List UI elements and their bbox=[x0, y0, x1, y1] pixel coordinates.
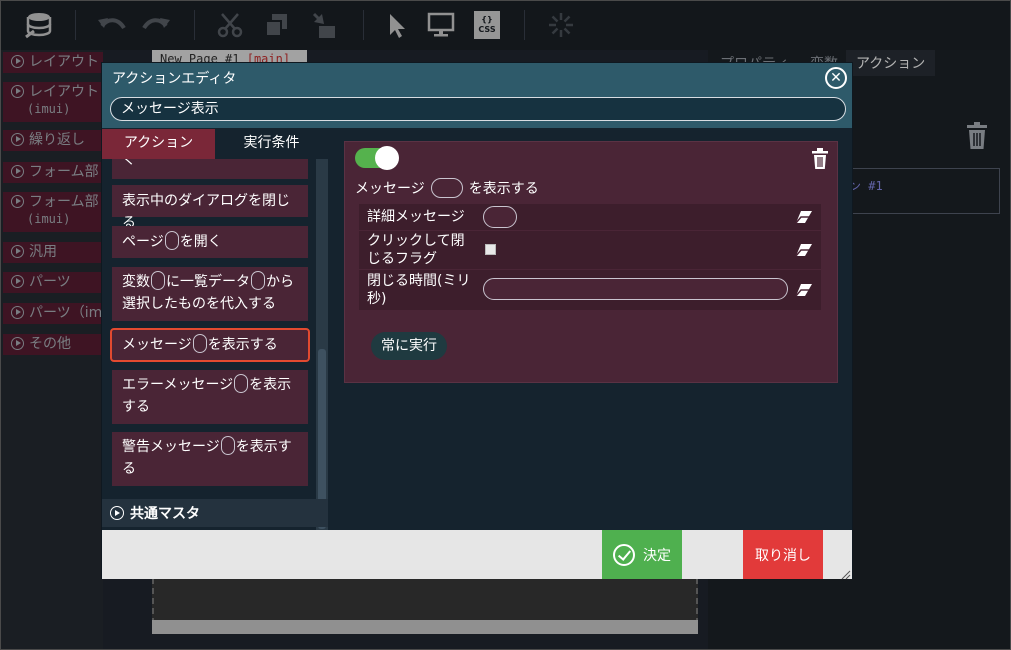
eraser-icon[interactable] bbox=[795, 210, 813, 224]
param-label: 閉じる時間(ミリ秒) bbox=[367, 273, 471, 307]
list-item-label: に一覧データ bbox=[166, 274, 250, 290]
message-summary: メッセージ を表示する bbox=[355, 178, 539, 198]
list-item-label: メッセージ bbox=[122, 337, 192, 353]
placeholder-slot bbox=[251, 271, 265, 290]
placeholder-slot bbox=[220, 436, 235, 455]
eraser-icon[interactable] bbox=[795, 283, 813, 297]
resize-handle-icon[interactable] bbox=[841, 568, 851, 580]
tab-condition[interactable]: 実行条件 bbox=[215, 129, 328, 159]
list-item-label: 警告メッセージ bbox=[122, 439, 220, 455]
list-item-close-dialog[interactable]: 表示中のダイアログを閉じる bbox=[112, 185, 308, 231]
list-item-open-page[interactable]: ページ を開く bbox=[112, 226, 308, 258]
close-flag-checkbox[interactable] bbox=[485, 244, 496, 255]
ok-button-label: 決定 bbox=[643, 547, 671, 564]
action-editor-modal: アクションエディタ ✕ メッセージ表示 アクション 実行条件 く 表示中のダイア… bbox=[101, 62, 853, 580]
list-item-label: エラーメッセージ bbox=[122, 377, 234, 393]
list-item-label: 変数 bbox=[122, 274, 150, 290]
list-item-label: ページ bbox=[122, 234, 164, 250]
list-item-label: を開く bbox=[179, 234, 222, 250]
category-common-master[interactable]: 共通マスタ bbox=[102, 499, 328, 527]
expand-icon bbox=[110, 506, 124, 520]
title-band: メッセージ表示 bbox=[102, 92, 852, 128]
message-slot[interactable] bbox=[430, 178, 463, 198]
ok-button[interactable]: 決定 bbox=[602, 530, 682, 579]
placeholder-slot bbox=[151, 271, 165, 290]
tab-action[interactable]: アクション bbox=[102, 129, 215, 159]
list-item-label: く bbox=[122, 159, 136, 168]
eraser-icon[interactable] bbox=[795, 243, 813, 257]
action-list-scrollbar[interactable] bbox=[316, 159, 328, 531]
action-detail-card: メッセージ を表示する 詳細メッセージ クリックして閉じるフラグ 閉じる時間(ミリ… bbox=[344, 141, 838, 383]
always-execute-button[interactable]: 常に実行 bbox=[371, 332, 447, 360]
placeholder-slot bbox=[234, 374, 249, 393]
check-circle-icon bbox=[613, 543, 635, 566]
message-suffix: を表示する bbox=[468, 181, 539, 197]
list-item-show-warning[interactable]: 警告メッセージ を表示する bbox=[112, 432, 308, 486]
param-label: 詳細メッセージ bbox=[367, 209, 465, 225]
message-prefix: メッセージ bbox=[355, 181, 425, 197]
list-item-assign-variable[interactable]: 変数 に一覧データ から選択したものを代入する bbox=[112, 267, 308, 321]
detail-message-input[interactable] bbox=[483, 206, 517, 228]
category-label: 共通マスタ bbox=[130, 506, 200, 522]
cancel-button-label: 取り消し bbox=[755, 547, 811, 564]
placeholder-slot bbox=[164, 231, 179, 250]
trash-icon[interactable] bbox=[811, 148, 829, 170]
list-item-show-error[interactable]: エラーメッセージ を表示する bbox=[112, 370, 308, 424]
action-list: く 表示中のダイアログを閉じる ページ を開く 変数 に一覧データ から選択したものを… bbox=[102, 159, 316, 531]
modal-header: アクションエディタ ✕ bbox=[102, 63, 852, 92]
param-row-close-time: 閉じる時間(ミリ秒) bbox=[359, 270, 821, 310]
modal-tabs: アクション 実行条件 bbox=[102, 129, 328, 159]
cancel-button[interactable]: 取り消し bbox=[743, 530, 823, 579]
list-item-show-message[interactable]: メッセージ を表示する bbox=[110, 328, 310, 362]
modal-title: アクションエディタ bbox=[112, 71, 237, 87]
list-item[interactable]: く bbox=[112, 159, 308, 179]
placeholder-slot bbox=[192, 334, 207, 353]
close-time-input[interactable] bbox=[483, 278, 788, 300]
action-name-input[interactable]: メッセージ表示 bbox=[110, 97, 846, 121]
modal-footer: 決定 取り消し bbox=[102, 530, 852, 580]
list-item-label: を表示する bbox=[207, 337, 278, 353]
param-label: クリックして閉じるフラグ bbox=[367, 233, 465, 267]
param-row-close-flag: クリックして閉じるフラグ bbox=[359, 231, 821, 269]
param-row-detail-message: 詳細メッセージ bbox=[359, 204, 821, 230]
close-icon[interactable]: ✕ bbox=[825, 67, 847, 89]
enable-toggle[interactable] bbox=[355, 146, 399, 170]
